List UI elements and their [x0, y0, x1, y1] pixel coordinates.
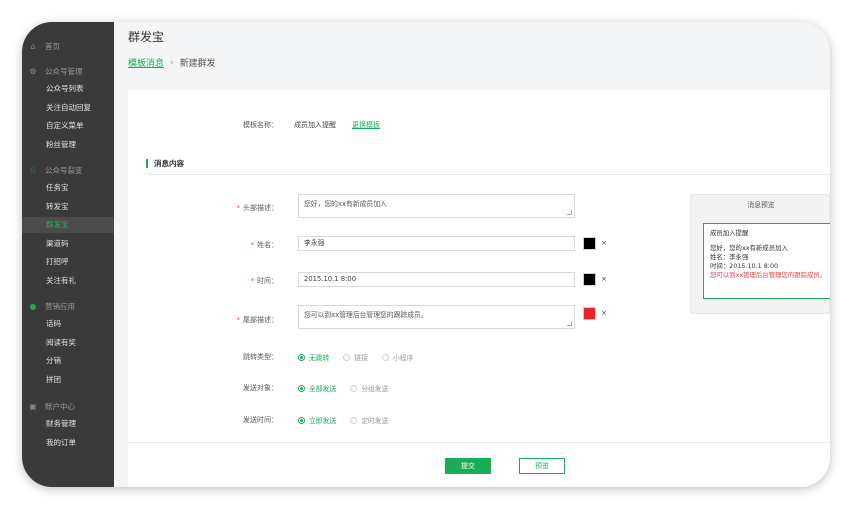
sidebar-item-group-buy[interactable]: 拼团	[22, 372, 114, 388]
wechat-icon: ♲	[29, 165, 37, 175]
sidebar-group-fission[interactable]: ♲ 公众号裂变	[22, 162, 114, 178]
radio-no-jump[interactable]	[298, 353, 305, 361]
radio-send-scheduled[interactable]	[350, 416, 358, 424]
preview-name-line: 姓名：李永强	[710, 253, 749, 261]
send-target-radio-group: 全部发送 分组发送	[298, 383, 402, 393]
header-desc-label: * 头部描述：	[236, 204, 279, 212]
name-label: * 姓名：	[250, 241, 279, 249]
jump-type-radio-group: 无跳转 链接 小程序	[298, 352, 427, 362]
change-template-link[interactable]: 更换模板	[352, 120, 380, 130]
send-time-label: 发送时间：	[243, 416, 278, 424]
sidebar-item-huama[interactable]: 话码	[22, 316, 114, 332]
breadcrumb-current: 新建群发	[179, 59, 216, 69]
resize-grip-icon[interactable]	[567, 321, 572, 326]
sidebar-item-finance[interactable]: 财务管理	[22, 416, 114, 432]
radio-link-label[interactable]: 链接	[354, 352, 368, 362]
jump-type-label: 跳转类型：	[243, 353, 278, 361]
app-window: ⌂ 首页 ⚙ 公众号管理 公众号列表 关注自动回复 自定义菜单 粉丝管理 ♲ 公…	[22, 22, 830, 487]
radio-no-jump-label[interactable]: 无跳转	[309, 352, 329, 362]
preview-time-line: 时间：2015.10.1 8:00	[710, 262, 779, 270]
footer-desc-label: * 尾部描述：	[236, 316, 279, 324]
sidebar-item-auto-reply[interactable]: 关注自动回复	[22, 100, 114, 116]
chat-icon: ●	[29, 301, 37, 311]
form-panel: 模板名称： 成员加入提醒 更换模板 消息内容 * 头部描述： 您好，您的xx有新成…	[128, 90, 830, 487]
sidebar-group-account-management[interactable]: ⚙ 公众号管理	[22, 63, 114, 79]
sidebar-item-custom-menu[interactable]: 自定义菜单	[22, 118, 114, 134]
sidebar-item-mass-send[interactable]: 群发宝	[22, 217, 114, 233]
breadcrumb-template-message-link[interactable]: 模板消息	[128, 56, 164, 69]
preview-card: 成员加入提醒 您好，您的xx有新成员加入 姓名：李永强 时间：2015.10.1…	[703, 223, 830, 299]
preview-title: 消息预览	[747, 201, 775, 209]
sidebar-item-fans[interactable]: 粉丝管理	[22, 137, 114, 153]
gear-icon: ⚙	[29, 66, 37, 76]
name-color-picker[interactable]	[583, 237, 596, 250]
radio-send-now-label[interactable]: 立即发送	[309, 415, 336, 425]
preview-button[interactable]: 预览	[519, 458, 565, 474]
main-content: 群发宝 模板消息 › 新建群发 模板名称： 成员加入提醒 更换模板 消息内容 *…	[114, 22, 830, 487]
user-icon: ▣	[29, 401, 37, 411]
sidebar-item-orders[interactable]: 我的订单	[22, 435, 114, 451]
radio-miniprogram[interactable]	[381, 353, 389, 361]
radio-miniprogram-label[interactable]: 小程序	[393, 352, 413, 362]
sidebar-group-account-center[interactable]: ▣ 账户中心	[22, 398, 114, 414]
preview-footer-line: 您可以到xx管理后台管理您的跟踪成员。	[710, 271, 827, 279]
chevron-right-icon: ›	[170, 57, 174, 68]
breadcrumb: 模板消息 › 新建群发	[128, 56, 216, 70]
sidebar: ⌂ 首页 ⚙ 公众号管理 公众号列表 关注自动回复 自定义菜单 粉丝管理 ♲ 公…	[22, 22, 114, 487]
home-icon: ⌂	[30, 41, 36, 51]
time-label: * 时间：	[250, 277, 279, 285]
footer-desc-textarea[interactable]: 您可以到xx管理后台管理您的跟踪成员。	[298, 305, 575, 329]
footer-clear-icon[interactable]: ×	[600, 309, 608, 317]
time-input[interactable]: 2015.10.1 8:00	[298, 272, 575, 287]
sidebar-item-home[interactable]: ⌂ 首页	[22, 38, 114, 54]
radio-send-group-label[interactable]: 分组发送	[361, 383, 388, 393]
template-name-value: 成员加入提醒	[294, 121, 336, 129]
radio-send-scheduled-label[interactable]: 定时发送	[361, 415, 388, 425]
page-title: 群发宝	[128, 30, 165, 44]
name-clear-icon[interactable]: ×	[600, 239, 608, 247]
name-input[interactable]: 李永强	[298, 236, 575, 251]
message-preview-panel: 消息预览 成员加入提醒 您好，您的xx有新成员加入 姓名：李永强 时间：2015…	[690, 194, 830, 314]
sidebar-item-follow-gift[interactable]: 关注有礼	[22, 273, 114, 289]
time-color-picker[interactable]	[583, 273, 596, 286]
send-target-label: 发送对象：	[243, 384, 278, 392]
radio-send-group[interactable]	[350, 384, 358, 392]
sidebar-item-read-reward[interactable]: 阅读有奖	[22, 335, 114, 351]
time-clear-icon[interactable]: ×	[600, 275, 608, 283]
template-name-label: 模板名称：	[243, 121, 278, 129]
radio-send-all[interactable]	[298, 384, 305, 392]
preview-card-title: 成员加入提醒	[710, 229, 749, 237]
footer-divider	[128, 442, 830, 443]
sidebar-item-greeting[interactable]: 打招呼	[22, 254, 114, 270]
sidebar-item-forward[interactable]: 转发宝	[22, 199, 114, 215]
section-divider	[146, 174, 830, 175]
sidebar-group-marketing[interactable]: ● 营销应用	[22, 298, 114, 314]
radio-send-all-label[interactable]: 全部发送	[309, 383, 336, 393]
footer-color-picker[interactable]	[583, 307, 596, 320]
submit-button[interactable]: 提交	[445, 458, 491, 474]
preview-header-line: 您好，您的xx有新成员加入	[710, 244, 788, 252]
header-desc-textarea[interactable]: 您好，您的xx有新成员加入	[298, 194, 575, 218]
radio-link[interactable]	[343, 353, 351, 361]
sidebar-item-distribution[interactable]: 分销	[22, 353, 114, 369]
resize-grip-icon[interactable]	[567, 210, 572, 215]
section-title: 消息内容	[146, 159, 184, 168]
send-time-radio-group: 立即发送 定时发送	[298, 415, 402, 425]
sidebar-item-task[interactable]: 任务宝	[22, 180, 114, 196]
sidebar-item-channel-code[interactable]: 渠道码	[22, 236, 114, 252]
sidebar-item-account-list[interactable]: 公众号列表	[22, 81, 114, 97]
radio-send-now[interactable]	[298, 416, 305, 424]
